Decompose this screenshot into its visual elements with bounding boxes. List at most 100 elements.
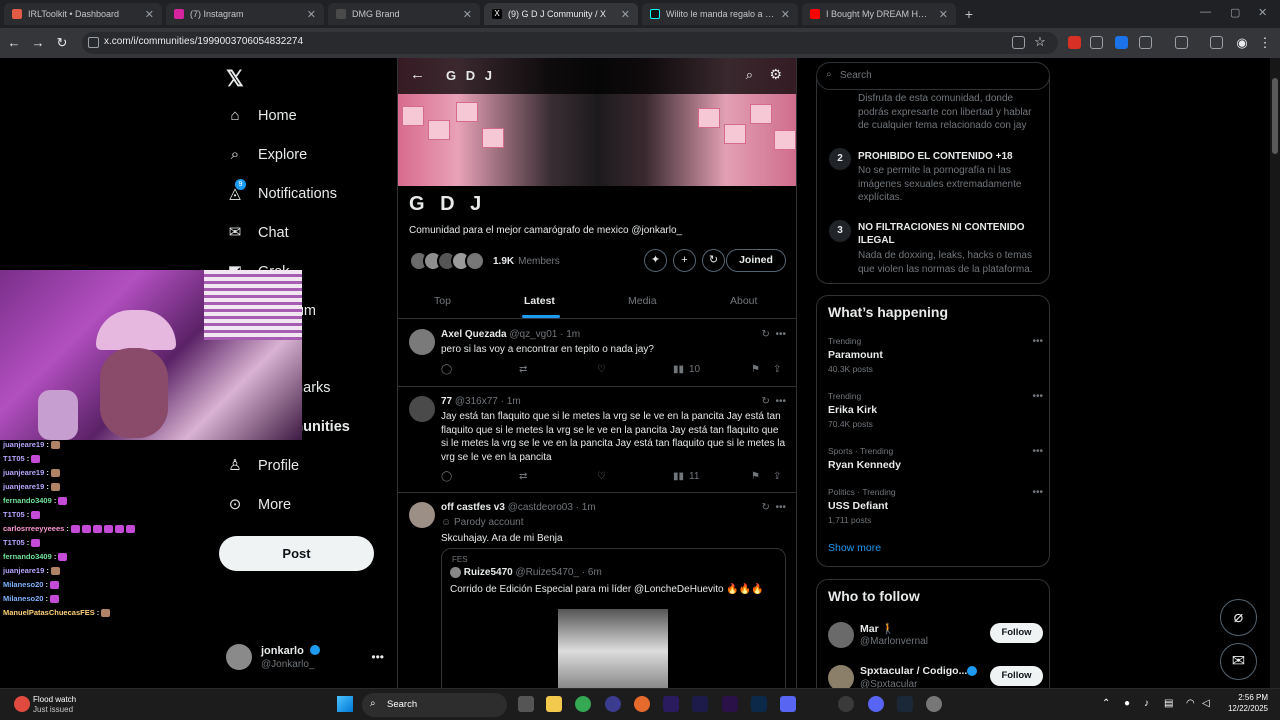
- views-icon[interactable]: ▮▮: [673, 364, 684, 375]
- tweet[interactable]: 77 @316x77 · 1m ↻ ••• Jay está tan flaqu…: [398, 387, 796, 493]
- quoted-tweet[interactable]: FES Ruize5470 @Ruize5470_ · 6m Corrido d…: [441, 548, 786, 688]
- tab-media[interactable]: Media: [628, 295, 657, 307]
- photoshop-icon[interactable]: [751, 696, 767, 712]
- grok-float-icon[interactable]: ⌀: [1220, 599, 1257, 636]
- extension-icon[interactable]: [1115, 36, 1128, 49]
- search-icon[interactable]: ⌕: [746, 67, 753, 83]
- extension-icon[interactable]: [1090, 36, 1103, 49]
- puzzle-extensions-icon[interactable]: [1139, 36, 1152, 49]
- like-icon[interactable]: ♡: [597, 364, 606, 375]
- more-dots-icon[interactable]: •••: [1032, 487, 1043, 498]
- tweet-handle[interactable]: @316x77: [455, 396, 498, 407]
- after-effects-icon[interactable]: [692, 696, 708, 712]
- avatar[interactable]: [828, 622, 854, 648]
- avatar[interactable]: [409, 396, 435, 422]
- back-icon[interactable]: ←: [6, 35, 22, 51]
- sparkle-icon[interactable]: ✦: [644, 249, 667, 272]
- nav-notifications[interactable]: ◬ 9 Notifications: [226, 179, 337, 206]
- close-tab-icon[interactable]: ✕: [781, 8, 790, 21]
- close-window-icon[interactable]: ✕: [1258, 6, 1267, 19]
- follow-suggestion[interactable]: Spxtacular / Codigo... @Spxtacular Follo…: [828, 663, 1043, 688]
- avatar[interactable]: [409, 502, 435, 528]
- share-icon[interactable]: ↻: [702, 249, 725, 272]
- account-icon[interactable]: ◉: [1234, 35, 1250, 51]
- browser-tab[interactable]: I Bought My DREAM HOUSE At ✕: [802, 3, 956, 25]
- trend-item[interactable]: Trending Erika Kirk 70.4K posts •••: [828, 391, 1043, 431]
- chrome-menu-icon[interactable]: ⋮: [1257, 35, 1273, 51]
- close-tab-icon[interactable]: ✕: [145, 8, 154, 21]
- tweet-menu-icon[interactable]: ↻ •••: [762, 329, 786, 340]
- bookmark-icon[interactable]: ⚑: [751, 471, 760, 482]
- bookmark-star-icon[interactable]: ☆: [1032, 34, 1048, 50]
- views-icon[interactable]: ▮▮: [673, 471, 684, 482]
- more-dots-icon[interactable]: •••: [1032, 391, 1043, 402]
- volume-icon[interactable]: ♪: [1144, 698, 1149, 709]
- nav-home[interactable]: ⌂ Home: [226, 104, 296, 128]
- premiere-icon[interactable]: [722, 696, 738, 712]
- post-button[interactable]: Post: [219, 536, 374, 571]
- avatar[interactable]: [409, 329, 435, 355]
- tweet-menu-icon[interactable]: ↻ •••: [762, 396, 786, 407]
- tweet-handle[interactable]: @qz_vg01: [509, 329, 557, 340]
- tray-app-icon[interactable]: ●: [1124, 698, 1130, 709]
- weather-widget[interactable]: Flood watch Just issued: [10, 693, 100, 717]
- like-icon[interactable]: ♡: [597, 471, 606, 482]
- task-view-icon[interactable]: [518, 696, 534, 712]
- more-dots-icon[interactable]: •••: [371, 650, 384, 664]
- messages-float-icon[interactable]: ✉: [1220, 643, 1257, 680]
- trend-item[interactable]: Sports · Trending Ryan Kennedy •••: [828, 446, 1043, 486]
- app-icon[interactable]: [634, 696, 650, 712]
- more-dots-icon[interactable]: •••: [1032, 336, 1043, 347]
- taskbar-clock[interactable]: 2:56 PM 12/22/2025: [1218, 693, 1268, 713]
- tweet-handle[interactable]: @castdeoro03: [508, 502, 573, 513]
- tray-app-icon[interactable]: ▤: [1164, 698, 1173, 709]
- tweet-author[interactable]: off castfes v3: [441, 502, 505, 513]
- add-member-icon[interactable]: +: [673, 249, 696, 272]
- tweet[interactable]: off castfes v3 @castdeoro03 · 1m ↻ ••• ☺…: [398, 493, 796, 688]
- tweet-author[interactable]: 77: [441, 396, 452, 407]
- trend-item[interactable]: Trending Paramount 40.3K posts •••: [828, 336, 1043, 376]
- share-icon[interactable]: ⇪: [773, 471, 781, 482]
- nav-explore[interactable]: ⌕ Explore: [226, 143, 307, 167]
- sidepanel-icon[interactable]: [1175, 36, 1188, 49]
- browser-tab-active[interactable]: X (9) G D J Community / X ✕: [484, 3, 638, 25]
- tweet-author[interactable]: Axel Quezada: [441, 329, 507, 340]
- retweet-icon[interactable]: ⇄: [519, 471, 527, 482]
- taskbar-search[interactable]: ⌕ Search: [362, 693, 507, 717]
- steam-icon[interactable]: [897, 696, 913, 712]
- discord-icon[interactable]: [868, 696, 884, 712]
- forward-icon[interactable]: →: [30, 35, 46, 51]
- close-tab-icon[interactable]: ✕: [939, 8, 948, 21]
- windows-start-icon[interactable]: [337, 696, 353, 712]
- avatar[interactable]: [828, 665, 854, 688]
- close-tab-icon[interactable]: ✕: [621, 8, 630, 21]
- scrollbar-thumb[interactable]: [1272, 78, 1278, 154]
- browser-tab[interactable]: (7) Instagram ✕: [166, 3, 324, 25]
- bookmark-icon[interactable]: ⚑: [751, 364, 760, 375]
- search-input[interactable]: ⌕ Search: [816, 62, 1050, 90]
- members-summary[interactable]: 1.9K Members: [409, 250, 560, 272]
- reply-icon[interactable]: ◯: [441, 471, 452, 482]
- app-icon[interactable]: [780, 696, 796, 712]
- speaker-icon[interactable]: ◁: [1202, 698, 1210, 709]
- account-switcher[interactable]: jonkarlo @Jonkarlo_ •••: [226, 642, 396, 676]
- nav-chat[interactable]: ✉ Chat: [226, 221, 289, 245]
- adblock-extension-icon[interactable]: [1068, 36, 1081, 49]
- gear-icon[interactable]: ⚙: [769, 66, 782, 83]
- tab-latest[interactable]: Latest: [524, 295, 555, 307]
- nav-profile[interactable]: ♙ Profile: [226, 454, 299, 478]
- retweet-icon[interactable]: ⇄: [519, 364, 527, 375]
- follow-suggestion[interactable]: Mar 🚶 @Marlonvernal Follow: [828, 620, 1043, 656]
- browser-tab[interactable]: IRLToolkit • Dashboard ✕: [4, 3, 162, 25]
- x-logo-icon[interactable]: 𝕏: [226, 66, 244, 92]
- trend-item[interactable]: Politics · Trending USS Defiant 1,711 po…: [828, 487, 1043, 527]
- new-tab-button[interactable]: +: [961, 6, 977, 22]
- app-icon[interactable]: [605, 696, 621, 712]
- more-dots-icon[interactable]: •••: [1032, 446, 1043, 457]
- url-field[interactable]: x.com/i/communities/1999003706054832274: [82, 32, 1058, 54]
- profile-menu-icon[interactable]: [1210, 36, 1223, 49]
- nav-more[interactable]: ⊙ More: [226, 493, 291, 517]
- media-encoder-icon[interactable]: [663, 696, 679, 712]
- browser-tab[interactable]: DMG Brand ✕: [328, 3, 480, 25]
- joined-button[interactable]: Joined: [726, 249, 786, 272]
